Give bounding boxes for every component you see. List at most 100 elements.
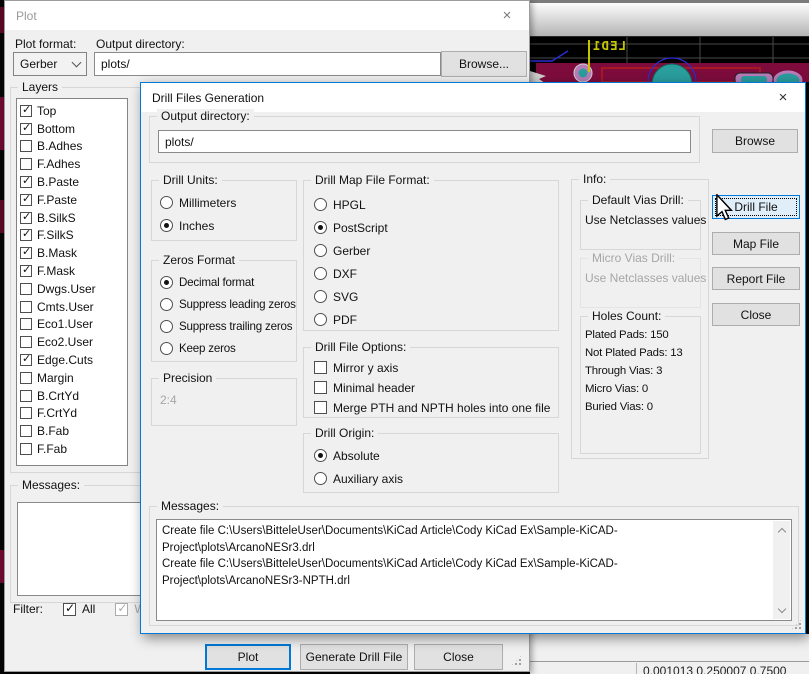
plot-dialog-titlebar[interactable]: Plot × [5,1,529,30]
radio-auxiliary-axis[interactable]: Auxiliary axis [314,471,552,486]
layer-row[interactable]: Edge.Cuts [20,351,127,369]
layer-row[interactable]: Top [20,102,127,120]
layer-checkbox[interactable] [20,425,32,437]
drill-file-options-label: Drill File Options: [311,340,410,355]
filter-warnings-checkbox[interactable] [115,603,128,616]
report-file-button[interactable]: Report File [712,267,800,290]
browse-button[interactable]: Browse... [441,51,527,77]
messages-scrollbar[interactable] [773,521,790,619]
radio-pdf[interactable]: PDF [314,312,552,327]
radio-dxf[interactable]: DXF [314,266,552,281]
layer-checkbox[interactable] [20,123,32,135]
precision-group: Precision 2:4 [151,378,297,426]
layer-row[interactable]: B.CrtYd [20,387,127,405]
layer-checkbox[interactable] [20,140,32,152]
layer-checkbox[interactable] [20,194,32,206]
zeros-format-group: Zeros Format Decimal format Suppress lea… [151,260,297,362]
radio-millimeters[interactable]: Millimeters [160,195,290,210]
layer-row[interactable]: Eco1.User [20,316,127,334]
radio-suppress-leading-zeros[interactable]: Suppress leading zeros [160,297,294,312]
radio-postscript[interactable]: PostScript [314,220,552,235]
output-directory-input[interactable]: plots/ [94,52,441,76]
layer-checkbox[interactable] [20,229,32,241]
layer-checkbox[interactable] [20,443,32,455]
layers-listbox[interactable]: Top Bottom B.Adhes F.Adhes B.Paste F.Pas… [16,98,128,466]
radio-absolute[interactable]: Absolute [314,448,552,463]
scroll-down-icon[interactable] [779,603,785,619]
close-icon[interactable]: × [761,83,805,112]
drill-browse-button[interactable]: Browse [712,129,798,153]
layer-checkbox[interactable] [20,247,32,259]
map-file-button[interactable]: Map File [712,232,800,255]
layer-checkbox[interactable] [20,158,32,170]
layer-checkbox[interactable] [20,176,32,188]
checkbox-mirror-y-axis[interactable]: Mirror y axis [314,360,554,375]
drill-dialog-close-button[interactable]: Close [712,303,800,326]
radio-label: DXF [333,267,357,281]
layer-row[interactable]: Bottom [20,120,127,138]
plot-close-button[interactable]: Close [414,644,503,670]
layer-checkbox[interactable] [20,407,32,419]
layer-label: Cmts.User [37,300,94,314]
layer-checkbox[interactable] [20,283,32,295]
radio-icon [314,313,327,326]
layer-row[interactable]: B.Mask [20,244,127,262]
filter-all-checkbox[interactable] [63,603,76,616]
radio-svg[interactable]: SVG [314,289,552,304]
chevron-down-icon [72,58,82,68]
radio-hpgl[interactable]: HPGL [314,197,552,212]
layer-row[interactable]: Eco2.User [20,333,127,351]
layer-checkbox[interactable] [20,265,32,277]
radio-gerber[interactable]: Gerber [314,243,552,258]
radio-suppress-trailing-zeros[interactable]: Suppress trailing zeros [160,319,294,334]
layer-checkbox[interactable] [20,301,32,313]
layer-checkbox[interactable] [20,212,32,224]
layer-row[interactable]: B.SilkS [20,209,127,227]
plot-messages-label: Messages: [18,478,84,493]
layer-label: B.Fab [37,424,69,438]
drill-messages-box[interactable]: Create file C:\Users\BitteleUser\Documen… [156,519,792,621]
radio-icon [314,221,327,234]
layer-row[interactable]: F.Paste [20,191,127,209]
scroll-up-icon[interactable] [779,521,785,537]
drill-map-file-format-label: Drill Map File Format: [311,173,434,188]
layer-row[interactable]: F.Adhes [20,155,127,173]
layer-row[interactable]: B.Fab [20,422,127,440]
layer-checkbox[interactable] [20,372,32,384]
drill-output-directory-input[interactable]: plots/ [158,130,691,153]
drill-map-file-format-group: Drill Map File Format: HPGL PostScript G… [303,180,559,331]
layer-row[interactable]: F.CrtYd [20,405,127,423]
layer-row[interactable]: Dwgs.User [20,280,127,298]
layer-checkbox[interactable] [20,318,32,330]
radio-inches[interactable]: Inches [160,218,290,233]
radio-label: Suppress trailing zeros [179,320,292,333]
pcb-canvas [530,37,809,82]
layer-row[interactable]: B.Adhes [20,138,127,156]
radio-label: Keep zeros [179,342,236,355]
generate-drill-file-button[interactable]: Generate Drill File [300,644,408,670]
layer-checkbox[interactable] [20,105,32,117]
checkbox-merge-pth-npth[interactable]: Merge PTH and NPTH holes into one file [314,400,554,415]
layer-label: Margin [37,371,74,385]
layer-checkbox[interactable] [20,336,32,348]
layer-row[interactable]: F.Mask [20,262,127,280]
radio-keep-zeros[interactable]: Keep zeros [160,341,294,356]
layer-label: Eco1.User [37,317,93,331]
layer-checkbox[interactable] [20,390,32,402]
close-icon[interactable]: × [485,1,529,30]
layer-row[interactable]: Cmts.User [20,298,127,316]
plot-format-label: Plot format: [15,37,76,51]
message-line: Create file C:\Users\BitteleUser\Documen… [162,556,733,589]
radio-decimal-format[interactable]: Decimal format [160,275,294,290]
plot-button[interactable]: Plot [205,644,291,670]
layer-row[interactable]: F.Fab [20,440,127,458]
layer-row[interactable]: Margin [20,369,127,387]
layer-checkbox[interactable] [20,354,32,366]
plot-format-dropdown[interactable]: Gerber [13,52,87,76]
filter-all-label: All [82,602,95,616]
layer-row[interactable]: F.SilkS [20,227,127,245]
checkbox-minimal-header[interactable]: Minimal header [314,380,554,395]
drill-dialog-titlebar[interactable]: Drill Files Generation × [141,83,805,112]
layer-row[interactable]: B.Paste [20,173,127,191]
resize-grip-icon[interactable] [510,654,523,667]
